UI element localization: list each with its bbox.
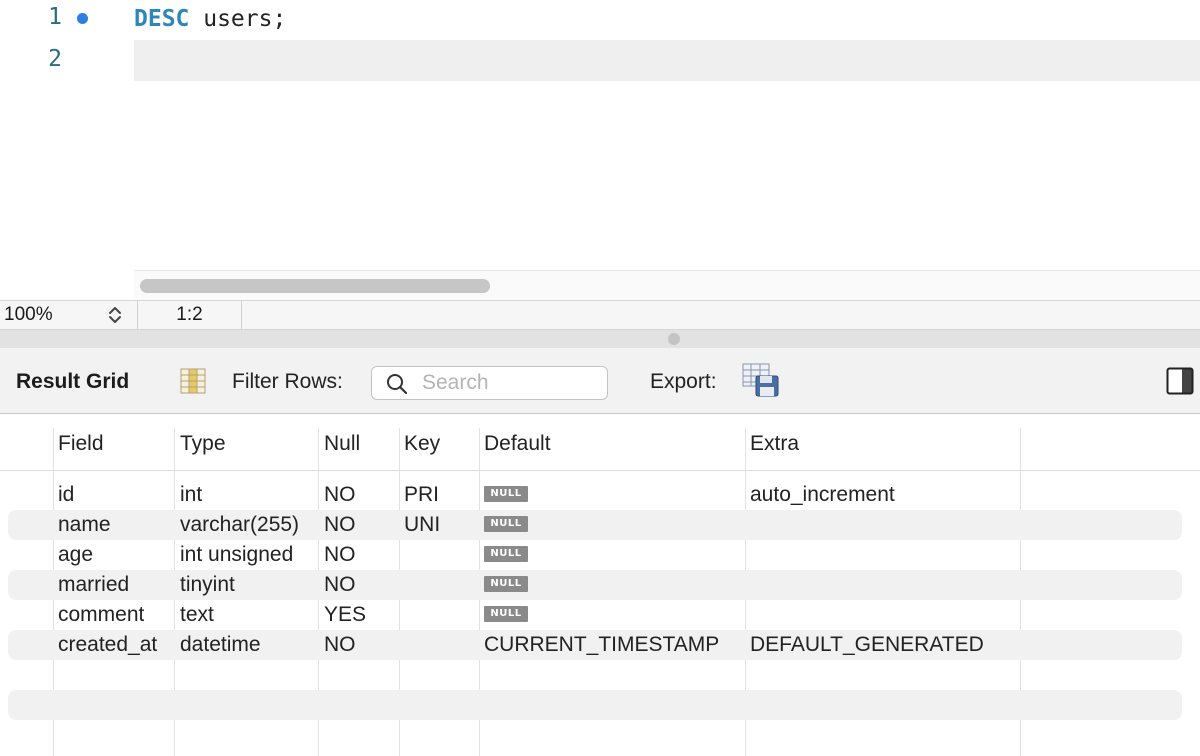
table-row[interactable]: created_at datetime NO CURRENT_TIMESTAMP DEF… [8,630,1182,660]
cell-default[interactable]: CURRENT_TIMESTAMP [484,630,719,660]
result-grid[interactable]: Field Type Null Key Default Extra id int N… [0,414,1200,756]
cell-type[interactable]: varchar(255) [180,510,299,540]
table-row[interactable]: id int NO PRI NULL auto_increment [8,480,1182,510]
cell-field[interactable]: created_at [58,630,157,660]
cell-type[interactable]: int [180,480,202,510]
editor-status-bar: 100% 1:2 [0,300,1200,330]
column-header-type[interactable]: Type [180,428,226,470]
chevron-up-down-icon[interactable] [104,304,126,326]
null-badge: NULL [484,515,528,532]
empty-row[interactable] [8,660,1182,690]
column-header-field[interactable]: Field [58,428,104,470]
empty-row[interactable] [8,690,1182,720]
cell-default[interactable]: NULL [484,600,528,630]
search-input[interactable] [422,369,602,397]
cell-type[interactable]: tinyint [180,570,235,600]
table-save-icon[interactable] [741,362,781,398]
cell-field[interactable]: name [58,510,111,540]
zoom-value: 100% [4,304,53,325]
table-row[interactable]: married tinyint NO NULL [8,570,1182,600]
panel-splitter[interactable] [0,330,1200,348]
code-text: users; [189,6,287,32]
column-header-default[interactable]: Default [484,428,551,470]
table-row[interactable]: age int unsigned NO NULL [8,540,1182,570]
cell-null[interactable]: NO [324,480,356,510]
grid-header-row: Field Type Null Key Default Extra [0,428,1200,471]
table-row[interactable]: name varchar(255) NO UNI NULL [8,510,1182,540]
column-header-extra[interactable]: Extra [750,428,799,470]
null-badge: NULL [484,485,528,502]
cell-type[interactable]: int unsigned [180,540,293,570]
search-icon [387,374,408,395]
code-line[interactable]: DESC users; [134,0,1200,41]
table-row[interactable]: comment text YES NULL [8,600,1182,630]
filter-rows-label: Filter Rows: [232,370,343,393]
breakpoint-dot-icon[interactable] [77,13,88,24]
current-code-line[interactable] [134,40,1200,81]
sql-keyword: DESC [134,6,190,32]
line-number: 2 [48,46,62,72]
cell-null[interactable]: NO [324,570,356,600]
cell-default[interactable]: NULL [484,480,528,510]
cell-field[interactable]: age [58,540,93,570]
null-badge: NULL [484,545,528,562]
result-grid-tab[interactable]: Result Grid [16,370,129,394]
search-field[interactable] [371,366,608,400]
cell-null[interactable]: NO [324,510,356,540]
cell-default[interactable]: NULL [484,510,528,540]
splitter-handle[interactable] [668,333,680,345]
cell-field[interactable]: id [58,480,74,510]
scrollbar-thumb[interactable] [140,279,490,293]
column-header-null[interactable]: Null [324,428,360,470]
cell-key[interactable]: PRI [404,480,439,510]
line-number: 1 [48,4,62,30]
side-panel-icon[interactable] [1166,367,1194,395]
export-label: Export: [650,370,717,393]
cell-extra[interactable]: DEFAULT_GENERATED [750,630,984,660]
null-badge: NULL [484,605,528,622]
cell-field[interactable]: comment [58,600,144,630]
cell-key[interactable]: UNI [404,510,440,540]
empty-row[interactable] [8,720,1182,750]
column-header-key[interactable]: Key [404,428,440,470]
cell-null[interactable]: YES [324,600,366,630]
cell-null[interactable]: NO [324,540,356,570]
cell-type[interactable]: datetime [180,630,261,660]
cell-type[interactable]: text [180,600,214,630]
cell-field[interactable]: married [58,570,129,600]
cell-default[interactable]: NULL [484,540,528,570]
cursor-position: 1:2 [138,301,242,329]
line-number-gutter: 1 2 [0,0,134,270]
cell-default[interactable]: NULL [484,570,528,600]
column-grid-icon[interactable] [179,367,207,395]
cell-extra[interactable]: auto_increment [750,480,895,510]
cell-null[interactable]: NO [324,630,356,660]
null-badge: NULL [484,575,528,592]
result-toolbar: Result Grid Filter Rows: Export: [0,348,1200,414]
horizontal-scrollbar[interactable] [134,270,1200,301]
sql-editor[interactable]: 1 2 DESC users; [0,0,1200,301]
zoom-select[interactable]: 100% [0,301,138,329]
